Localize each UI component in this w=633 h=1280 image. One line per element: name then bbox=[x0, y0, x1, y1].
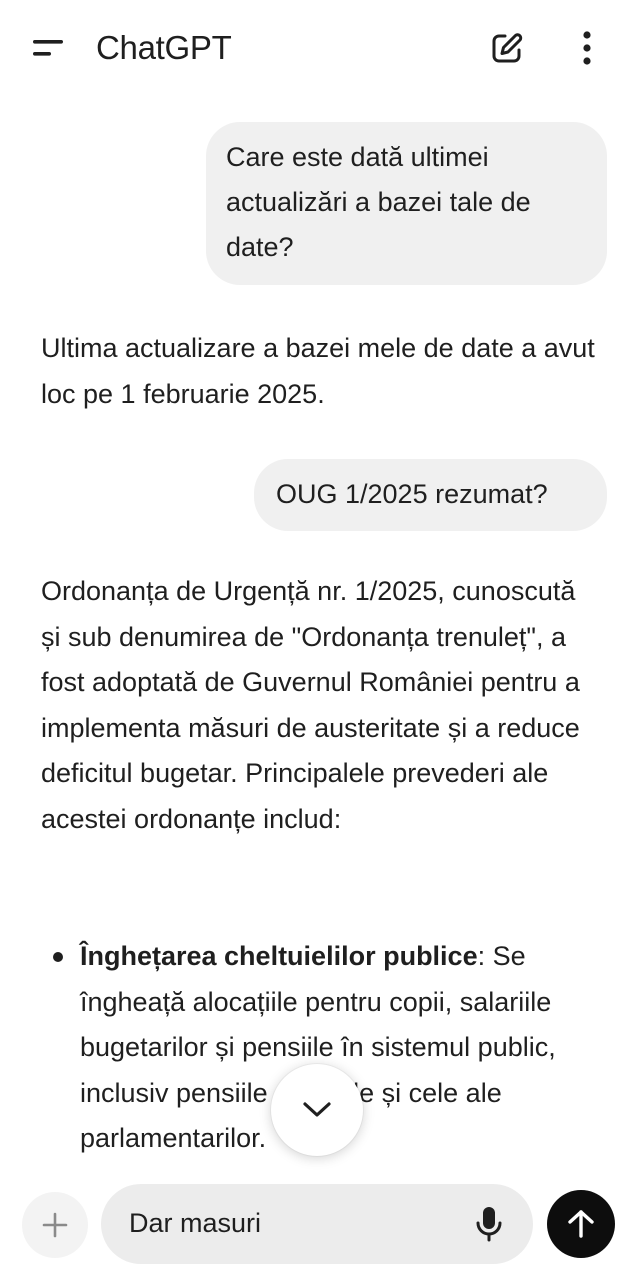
message-input[interactable]: Dar masuri bbox=[101, 1184, 533, 1264]
assistant-message: Ultima actualizare a bazei mele de date … bbox=[41, 326, 601, 417]
app-header: ChatGPT bbox=[0, 0, 633, 96]
user-message: OUG 1/2025 rezumat? bbox=[254, 459, 607, 531]
add-attachment-button[interactable] bbox=[22, 1192, 88, 1258]
chat-screen: ChatGPT Care este dată ultimei actualiză… bbox=[0, 0, 633, 1280]
composer-bar: Dar masuri bbox=[0, 1168, 633, 1280]
edit-icon bbox=[492, 33, 523, 63]
plus-icon bbox=[42, 1212, 68, 1238]
more-vertical-icon bbox=[583, 31, 591, 65]
assistant-message-text: Ultima actualizare a bazei mele de date … bbox=[41, 333, 595, 409]
voice-input-button[interactable] bbox=[465, 1200, 513, 1248]
app-title[interactable]: ChatGPT bbox=[96, 26, 232, 70]
assistant-message: Ordonanța de Urgență nr. 1/2025, cunoscu… bbox=[41, 569, 601, 842]
bullet-heading: Înghețarea cheltuielilor publice bbox=[80, 941, 478, 971]
user-message: Care este dată ultimei actualizări a baz… bbox=[206, 122, 607, 285]
menu-icon bbox=[33, 40, 63, 56]
bullet-dot bbox=[53, 952, 63, 962]
send-button[interactable] bbox=[547, 1190, 615, 1258]
assistant-message-text: Ordonanța de Urgență nr. 1/2025, cunoscu… bbox=[41, 576, 580, 834]
message-input-value[interactable]: Dar masuri bbox=[129, 1203, 261, 1243]
chevron-down-icon bbox=[303, 1102, 331, 1117]
menu-button[interactable] bbox=[20, 20, 76, 76]
arrow-up-icon bbox=[568, 1210, 594, 1238]
mic-icon bbox=[476, 1207, 502, 1242]
more-options-button[interactable] bbox=[559, 20, 615, 76]
new-chat-button[interactable] bbox=[479, 20, 535, 76]
scroll-to-bottom-button[interactable] bbox=[271, 1064, 363, 1156]
